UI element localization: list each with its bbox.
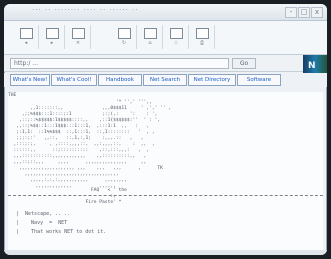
n-logo-icon: N xyxy=(308,61,316,71)
software-button[interactable]: Software xyxy=(237,74,281,86)
forward-label: ▸ xyxy=(50,40,54,46)
go-button[interactable]: Go xyxy=(232,58,256,69)
reload-button[interactable]: ↻ xyxy=(112,25,137,49)
footer-line: | That works NET to dot it. xyxy=(16,229,107,235)
forward-button[interactable]: ▸ xyxy=(40,25,65,49)
directory-buttons: What's New! What's Cool! Handbook Net Se… xyxy=(4,73,327,87)
reload-icon xyxy=(118,28,131,39)
whats-cool-button[interactable]: What's Cool! xyxy=(51,74,97,86)
net-search-button[interactable]: Net Search xyxy=(143,74,187,86)
home-button[interactable]: ⌂ xyxy=(138,25,163,49)
fire-paste-line[interactable]: Fire Paste' * xyxy=(8,199,323,207)
stop-button[interactable]: × xyxy=(66,25,91,49)
minimize-button[interactable]: - xyxy=(285,7,297,18)
print-icon xyxy=(196,28,209,39)
bookmark-button[interactable]: ☆ xyxy=(164,25,189,49)
back-label: ◂ xyxy=(24,40,28,46)
back-icon xyxy=(20,28,33,39)
status-bar xyxy=(4,250,327,255)
footer-line: | Navy = NET xyxy=(16,220,68,226)
maximize-button[interactable]: □ xyxy=(298,7,310,18)
net-directory-button[interactable]: Net Directory xyxy=(188,74,236,86)
home-label: ⌂ xyxy=(148,40,152,46)
close-button[interactable]: x xyxy=(311,7,323,18)
whats-new-button[interactable]: What's New! xyxy=(10,74,50,86)
browser-window: ··· ·· ········ ···· ·· ······ ·· - □ x … xyxy=(4,4,327,255)
stop-label: × xyxy=(75,40,81,46)
home-icon xyxy=(144,28,157,39)
window-title: ··· ·· ········ ···· ·· ······ ·· xyxy=(32,6,139,14)
stop-icon xyxy=(72,28,85,39)
address-bar-row: http:/ ... Go xyxy=(4,55,327,72)
bookmark-icon xyxy=(170,28,183,39)
address-input[interactable]: http:/ ... xyxy=(10,58,229,69)
bookmark-label: ☆ xyxy=(173,40,179,46)
browser-toolbar: ◂ ▸ × ↻ ⌂ ☆ ⎙ xyxy=(4,21,327,55)
content-divider xyxy=(8,195,323,197)
print-label: ⎙ xyxy=(199,40,204,46)
title-bar: ··· ·· ········ ···· ·· ······ ·· - □ x xyxy=(4,4,327,21)
back-button[interactable]: ◂ xyxy=(14,25,39,49)
print-button[interactable]: ⎙ xyxy=(190,25,215,49)
handbook-button[interactable]: Handbook xyxy=(98,74,142,86)
footer-line: | Netscape, .. .. xyxy=(16,211,71,217)
forward-icon xyxy=(46,28,59,39)
reload-label: ↻ xyxy=(121,40,127,46)
page-content: THE '* '',' ''',, ,,1:::::::,, ,,,0$$$11… xyxy=(8,92,323,250)
